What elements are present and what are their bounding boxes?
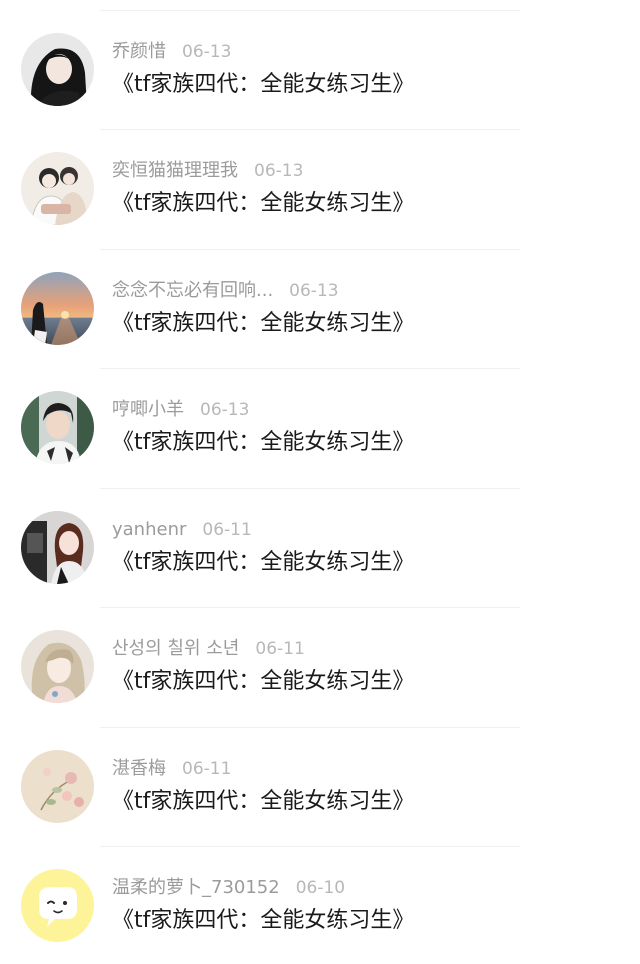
list-item[interactable]: 湛香梅 06-11 《tf家族四代：全能女练习生》 [0,717,640,836]
blonde-girl-avatar-icon [21,630,94,703]
comment-date: 06-11 [182,759,232,779]
comment-meta: 湛香梅 06-11 [112,757,231,781]
username[interactable]: 乔颜惜 [112,41,166,62]
book-title[interactable]: 《tf家族四代：全能女练习生》 [112,69,414,101]
book-title[interactable]: 《tf家族四代：全能女练习生》 [112,786,414,818]
list-item[interactable]: 奕恒猫猫理理我 06-13 《tf家族四代：全能女练习生》 [0,119,640,238]
username[interactable]: yanhenr [112,519,186,540]
list-item[interactable]: 念念不忘必有回响... 06-13 《tf家族四代：全能女练习生》 [0,239,640,358]
list-item[interactable]: yanhenr 06-11 《tf家族四代：全能女练习生》 [0,478,640,597]
book-title[interactable]: 《tf家族四代：全能女练习生》 [112,905,414,937]
book-title[interactable]: 《tf家族四代：全能女练习生》 [112,666,414,698]
comment-date: 06-11 [255,639,305,659]
avatar[interactable] [21,869,94,942]
list-item[interactable]: 산성의 칠위 소년 06-11 《tf家族四代：全能女练习生》 [0,597,640,716]
comment-meta: 산성의 칠위 소년 06-11 [112,637,305,661]
comment-date: 06-13 [254,161,304,181]
list-item[interactable]: 乔颜惜 06-13 《tf家族四代：全能女练习生》 [0,0,640,119]
list-item[interactable]: 哼唧小羊 06-13 《tf家族四代：全能女练习生》 [0,358,640,477]
comment-meta: 乔颜惜 06-13 [112,40,231,64]
girl-dark-hair-avatar-icon [21,33,94,106]
avatar[interactable] [21,630,94,703]
comment-meta: 奕恒猫猫理理我 06-13 [112,159,303,183]
book-title[interactable]: 《tf家族四代：全能女练习生》 [112,427,414,459]
avatar[interactable] [21,391,94,464]
avatar[interactable] [21,511,94,584]
avatar[interactable] [21,272,94,345]
comment-meta: yanhenr 06-11 [112,518,252,542]
default-chat-bubble-avatar-icon [21,869,94,942]
comment-date: 06-13 [182,42,232,62]
username[interactable]: 산성의 칠위 소년 [112,638,239,659]
comment-date: 06-10 [295,878,346,898]
book-title[interactable]: 《tf家族四代：全能女练习生》 [112,308,414,340]
avatar[interactable] [21,750,94,823]
username[interactable]: 奕恒猫猫理理我 [112,160,238,181]
comment-list: 乔颜惜 06-13 《tf家族四代：全能女练习生》 奕恒猫猫理理我 06-13 《t… [0,0,640,964]
comment-meta: 念念不忘必有回响... 06-13 [112,279,339,303]
avatar[interactable] [21,33,94,106]
girl-studio-avatar-icon [21,511,94,584]
username[interactable]: 湛香梅 [112,758,166,779]
sunset-beach-avatar-icon [21,272,94,345]
flower-beige-avatar-icon [21,750,94,823]
comment-date: 06-13 [200,400,250,420]
avatar[interactable] [21,152,94,225]
username[interactable]: 念念不忘必有回响... [112,280,273,301]
comment-meta: 哼唧小羊 06-13 [112,398,249,422]
boy-portrait-avatar-icon [21,391,94,464]
book-title[interactable]: 《tf家族四代：全能女练习生》 [112,547,414,579]
username[interactable]: 哼唧小羊 [112,399,184,420]
comment-date: 06-13 [289,281,339,301]
comment-meta: 温柔的萝卜_730152 06-10 [112,876,345,900]
username[interactable]: 温柔的萝卜_730152 [112,877,280,898]
book-title[interactable]: 《tf家族四代：全能女练习生》 [112,188,414,220]
list-item[interactable]: 温柔的萝卜_730152 06-10 《tf家族四代：全能女练习生》 [0,836,640,955]
couple-sketch-avatar-icon [21,152,94,225]
comment-date: 06-11 [202,520,252,540]
